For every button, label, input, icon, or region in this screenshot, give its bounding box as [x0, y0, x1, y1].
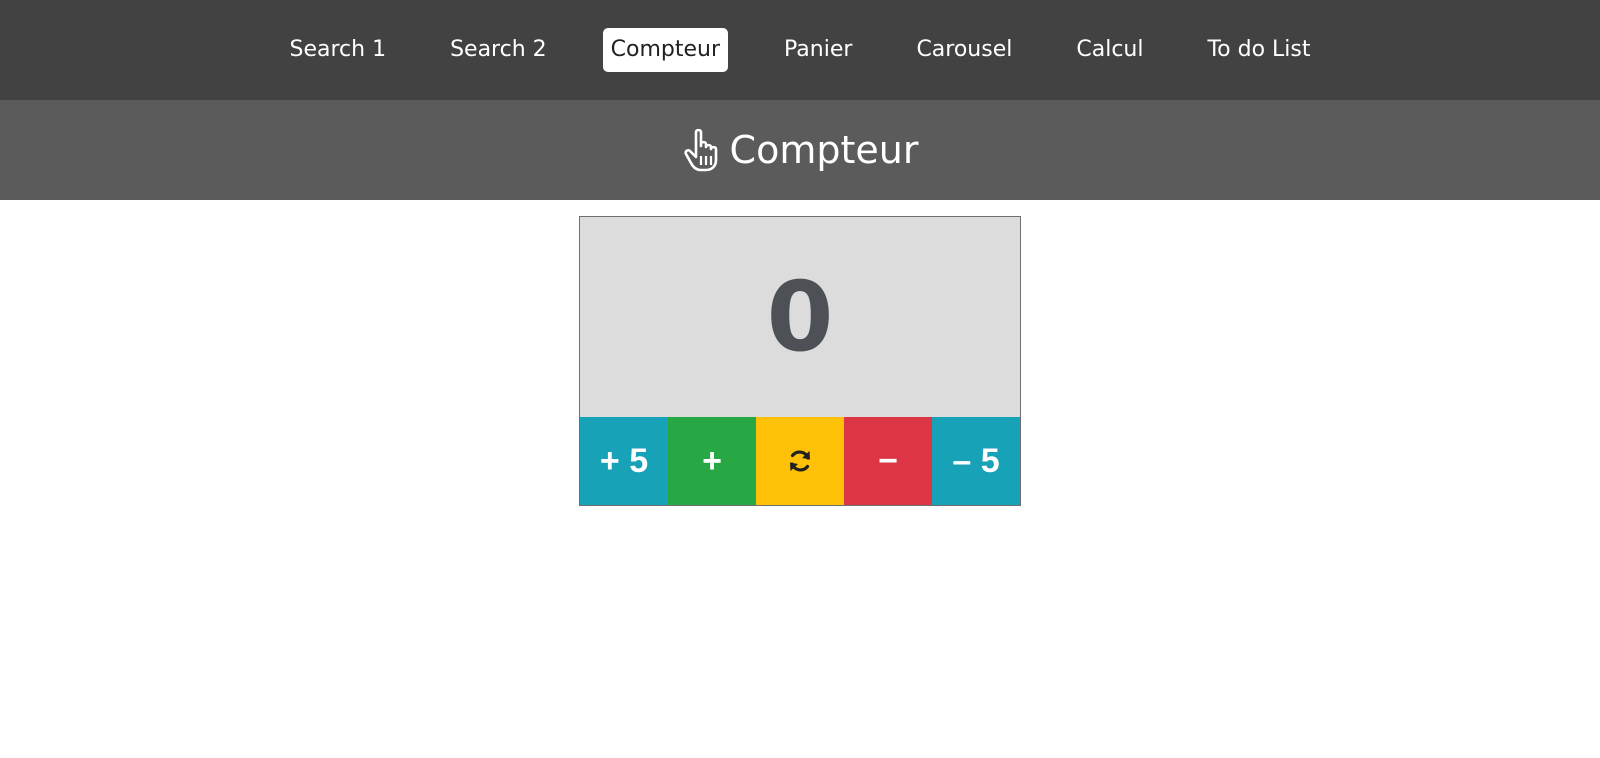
- nav-item-todo-list[interactable]: To do List: [1199, 28, 1318, 72]
- minus-five-button[interactable]: – 5: [932, 417, 1020, 505]
- sync-icon: [786, 447, 814, 475]
- page-header: Compteur: [0, 100, 1600, 200]
- nav-item-carousel[interactable]: Carousel: [908, 28, 1020, 72]
- nav-list: Search 1 Search 2 Compteur Panier Carous…: [258, 28, 1343, 72]
- reset-button[interactable]: [756, 417, 844, 505]
- nav-item-panier[interactable]: Panier: [776, 28, 860, 72]
- nav-item-search-2[interactable]: Search 2: [442, 28, 555, 72]
- decrement-button[interactable]: −: [844, 417, 932, 505]
- counter-value: 0: [580, 217, 1020, 417]
- counter-button-row: + 5 + − – 5: [580, 417, 1020, 505]
- counter-widget: 0 + 5 + − – 5: [579, 216, 1021, 506]
- nav-item-search-1[interactable]: Search 1: [282, 28, 395, 72]
- nav-item-compteur[interactable]: Compteur: [602, 28, 729, 72]
- top-navbar: Search 1 Search 2 Compteur Panier Carous…: [0, 0, 1600, 100]
- plus-five-button[interactable]: + 5: [580, 417, 668, 505]
- page-title: Compteur: [729, 128, 919, 172]
- nav-item-calcul[interactable]: Calcul: [1068, 28, 1151, 72]
- pointing-hand-icon: [682, 128, 722, 172]
- increment-button[interactable]: +: [668, 417, 756, 505]
